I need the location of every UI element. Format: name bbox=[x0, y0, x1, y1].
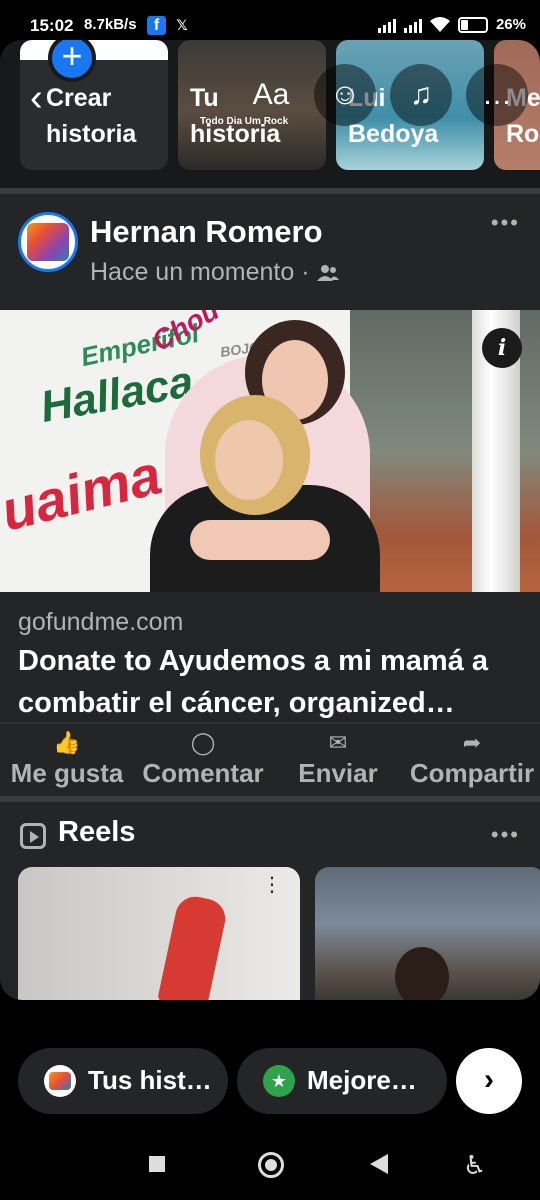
back-icon[interactable] bbox=[370, 1154, 388, 1174]
mother-face bbox=[215, 420, 283, 500]
post-time-text: Hace un momento · bbox=[90, 258, 317, 286]
info-icon[interactable]: i bbox=[482, 328, 522, 368]
facebook-notification-icon: f bbox=[147, 16, 166, 35]
avatar-logo bbox=[27, 223, 69, 261]
reel-options-icon[interactable]: ⋮ bbox=[262, 875, 282, 895]
post-actions: 👍 Me gusta ◯ Comentar ✉ Enviar ➦ Compart… bbox=[0, 730, 540, 790]
pill-avatar bbox=[44, 1065, 76, 1097]
reels-icon bbox=[20, 823, 46, 849]
comment-icon: ◯ bbox=[190, 730, 216, 755]
battery-icon bbox=[457, 16, 488, 33]
network-speed: 8.7kB/s bbox=[84, 16, 137, 33]
wifi-icon bbox=[429, 16, 450, 33]
sticker-icon[interactable]: ☺ bbox=[314, 64, 376, 126]
story-create-line2: historia bbox=[46, 120, 137, 148]
reel-card[interactable]: ⋮ bbox=[18, 867, 300, 1000]
link-domain[interactable]: gofundme.com bbox=[18, 608, 183, 637]
your-stories-pill[interactable]: Tus hist… bbox=[18, 1048, 228, 1114]
friends-icon bbox=[316, 265, 339, 281]
text-tool-icon[interactable]: Aa bbox=[240, 64, 302, 126]
signal-icon-2 bbox=[403, 17, 422, 33]
pill-label: Tus hist… bbox=[88, 1065, 212, 1095]
link-title[interactable]: Donate to Ayudemos a mi mamá a combatir … bbox=[18, 640, 528, 724]
best-friends-pill[interactable]: ★ Mejore… bbox=[237, 1048, 447, 1114]
clock: 15:02 bbox=[30, 16, 74, 35]
reel-object bbox=[157, 893, 229, 1000]
accessibility-icon[interactable]: ♿ bbox=[463, 1150, 486, 1181]
messenger-icon: ✉ bbox=[328, 730, 348, 755]
back-arrow-icon[interactable]: ‹ bbox=[30, 78, 43, 118]
story-create-line1: Crear bbox=[46, 84, 112, 112]
share-icon: ➦ bbox=[462, 730, 482, 755]
send-label: Enviar bbox=[298, 758, 378, 788]
more-options-icon[interactable]: … bbox=[466, 64, 528, 126]
reels-more-icon[interactable]: ••• bbox=[491, 822, 520, 848]
signal-icon bbox=[377, 17, 396, 33]
send-button[interactable]: ✉ Enviar bbox=[288, 730, 388, 789]
reels-title[interactable]: Reels bbox=[58, 816, 135, 849]
star-icon: ★ bbox=[263, 1065, 295, 1097]
hugging-arms bbox=[190, 520, 330, 560]
home-icon[interactable] bbox=[258, 1152, 284, 1178]
reel-card[interactable] bbox=[315, 867, 540, 1000]
status-icons: 26% bbox=[377, 16, 526, 33]
share-label: Compartir bbox=[409, 758, 535, 788]
android-nav-bar: ♿ bbox=[0, 1130, 540, 1200]
comment-button[interactable]: ◯ Comentar bbox=[138, 730, 268, 789]
comment-label: Comentar bbox=[142, 758, 264, 788]
post-image[interactable]: Hallaca Emperifol uaima Chou BOJOTE i bbox=[0, 310, 540, 592]
next-button[interactable]: › bbox=[456, 1048, 522, 1114]
like-button[interactable]: 👍 Me gusta bbox=[6, 730, 128, 789]
story-create-label: Crear historia bbox=[46, 80, 136, 152]
music-icon[interactable]: ♫ bbox=[390, 64, 452, 126]
x-notification-icon: 𝕏 bbox=[176, 17, 188, 33]
post-time: Hace un momento · bbox=[90, 258, 339, 287]
like-label: Me gusta bbox=[10, 758, 124, 788]
share-button[interactable]: ➦ Compartir bbox=[404, 730, 540, 789]
post-more-icon[interactable]: ••• bbox=[491, 210, 520, 236]
author-avatar[interactable] bbox=[18, 212, 78, 272]
post-author[interactable]: Hernan Romero bbox=[90, 214, 323, 250]
reel-person bbox=[395, 947, 449, 1000]
battery-percent: 26% bbox=[495, 16, 526, 33]
post-divider bbox=[0, 796, 540, 802]
link-divider bbox=[0, 722, 540, 724]
pill-label: Mejore… bbox=[307, 1065, 417, 1095]
stories-row[interactable]: Crear historia + Todo Dia Um Rock Tu his… bbox=[0, 40, 540, 190]
like-icon: 👍 bbox=[53, 730, 81, 755]
stories-divider bbox=[0, 188, 540, 194]
recents-icon[interactable] bbox=[149, 1156, 165, 1172]
facebook-app: Crear historia + Todo Dia Um Rock Tu his… bbox=[0, 40, 540, 1000]
